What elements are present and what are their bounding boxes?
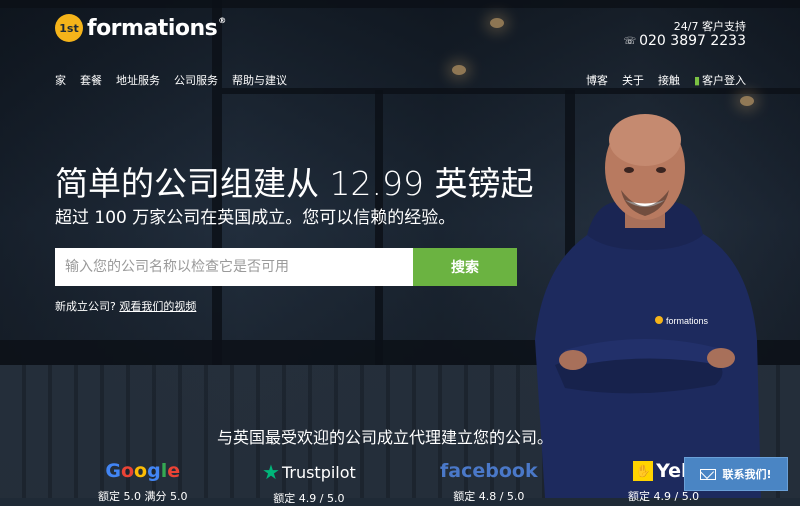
review-trustpilot[interactable]: ★ Trustpilot 额定 4.9 / 5.0	[262, 460, 356, 506]
background-lamp	[740, 96, 754, 106]
background-frame	[222, 88, 800, 94]
review-google[interactable]: Google 额定 5.0 满分 5.0	[98, 460, 187, 504]
review-rating: 额定 4.9 / 5.0	[273, 492, 345, 505]
main-nav: 家 套餐 地址服务 公司服务 帮助与建议	[55, 72, 287, 88]
phone-icon: ☏	[623, 35, 637, 47]
company-search-form: 搜索	[55, 248, 517, 286]
nav-item-help[interactable]: 帮助与建议	[232, 72, 287, 88]
nav-item-home[interactable]: 家	[55, 72, 66, 88]
lock-icon: ▮	[693, 74, 700, 87]
nav-item-about[interactable]: 关于	[622, 72, 644, 88]
nav-item-address-services[interactable]: 地址服务	[116, 72, 160, 88]
logo-text: formations®	[87, 15, 226, 41]
nav-item-packages[interactable]: 套餐	[80, 72, 102, 88]
nav-item-contact[interactable]: 接触	[658, 72, 680, 88]
login-label: 客户登入	[702, 74, 746, 87]
site-logo[interactable]: 1st formations®	[55, 14, 226, 42]
phone-text: 020 3897 2233	[639, 33, 746, 49]
star-icon: ★	[262, 460, 280, 484]
background-lamp	[490, 18, 504, 28]
google-logo: Google	[105, 460, 181, 482]
new-company-text: 新成立公司?	[55, 300, 116, 313]
mail-icon	[700, 468, 717, 480]
hero-subline: 超过 100 万家公司在英国成立。您可以信赖的经验。	[55, 208, 456, 228]
customer-login-link[interactable]: ▮ 客户登入	[694, 72, 746, 88]
background-frame	[0, 0, 800, 8]
nav-item-blog[interactable]: 博客	[586, 72, 608, 88]
review-facebook[interactable]: facebook 额定 4.8 / 5.0	[440, 460, 538, 504]
contact-us-label: 联系我们!	[722, 468, 772, 481]
yell-icon: ✋	[633, 461, 654, 481]
shirt-logo-text: formations	[666, 316, 709, 326]
logo-badge: 1st	[55, 14, 83, 42]
trustpilot-logo: ★ Trustpilot	[262, 460, 356, 484]
search-button[interactable]: 搜索	[413, 248, 517, 286]
watch-video-link[interactable]: 观看我们的视频	[119, 300, 196, 313]
contact-us-button[interactable]: 联系我们!	[684, 457, 788, 491]
hero-headline: 简单的公司组建从 12.99 英镑起	[55, 164, 534, 203]
reviews-tagline: 与英国最受欢迎的公司成立代理建立您的公司。	[216, 428, 553, 447]
facebook-logo: facebook	[440, 460, 538, 482]
background-lamp	[452, 65, 466, 75]
new-company-row: 新成立公司? 观看我们的视频	[55, 298, 196, 314]
secondary-nav: 博客 关于 接触 ▮ 客户登入	[586, 72, 746, 88]
company-name-input[interactable]	[55, 248, 413, 286]
phone-number[interactable]: ☏ 020 3897 2233	[624, 33, 746, 49]
nav-item-company-services[interactable]: 公司服务	[174, 72, 218, 88]
support-label: 24/7 客户支持	[673, 20, 746, 33]
review-rating: 额定 4.8 / 5.0	[453, 490, 525, 503]
review-rating: 额定 5.0 满分 5.0	[98, 490, 188, 503]
